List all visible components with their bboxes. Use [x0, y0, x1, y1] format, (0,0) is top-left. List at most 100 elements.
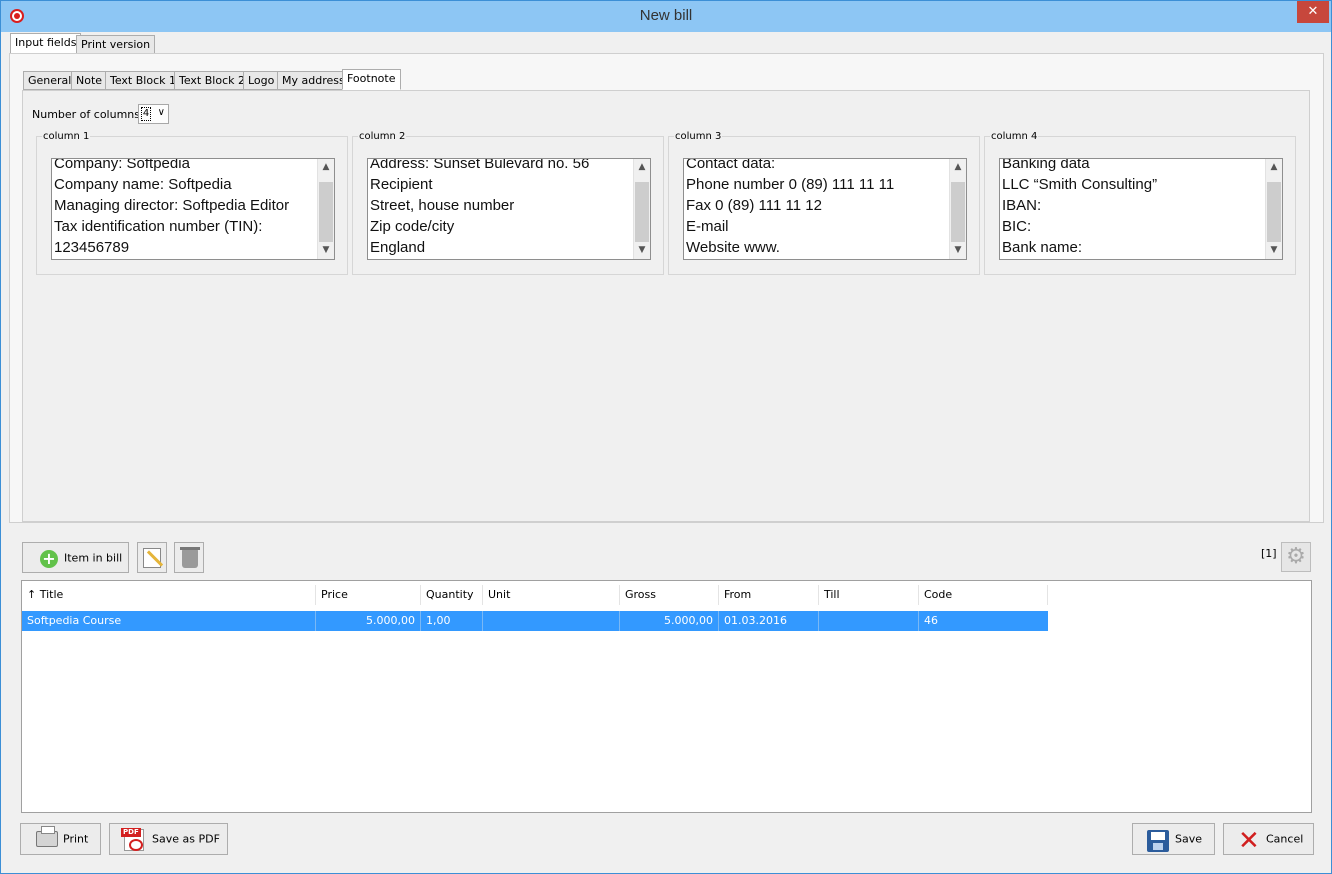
gear-icon[interactable]: ⚙ — [1281, 542, 1311, 572]
column-4-line: Bank name: — [1002, 239, 1083, 256]
cell-unit — [483, 611, 620, 631]
add-item-button[interactable]: + Item in bill — [22, 542, 129, 573]
column-1-line: Managing director: Softpedia Editor — [54, 197, 290, 214]
scroll-down-icon[interactable]: ▼ — [950, 242, 966, 259]
column-1-line: 123456789 — [54, 239, 130, 256]
number-of-columns-select[interactable]: 4 ∨ — [138, 104, 169, 124]
cell-price: 5.000,00 — [316, 611, 421, 631]
number-of-columns-value: 4 — [141, 107, 151, 121]
tab-my-address[interactable]: My address — [277, 71, 350, 90]
tab-logo[interactable]: Logo — [243, 71, 280, 90]
scroll-thumb[interactable] — [1267, 182, 1281, 242]
delete-item-button[interactable] — [174, 542, 204, 573]
scroll-down-icon[interactable]: ▼ — [634, 242, 650, 259]
column-header-gross[interactable]: Gross — [620, 585, 719, 605]
scroll-down-icon[interactable]: ▼ — [318, 242, 334, 259]
save-as-pdf-label: Save as PDF — [152, 832, 220, 846]
column-3-line: Website www. — [686, 239, 780, 256]
chevron-down-icon: ∨ — [157, 107, 165, 118]
column-4-line: IBAN: — [1002, 197, 1042, 214]
scroll-up-icon[interactable]: ▲ — [950, 159, 966, 176]
trash-icon — [180, 547, 200, 568]
cell-gross: 5.000,00 — [620, 611, 719, 631]
tab-text-block-1[interactable]: Text Block 1 — [105, 71, 181, 90]
scroll-up-icon[interactable]: ▲ — [634, 159, 650, 176]
scroll-down-icon[interactable]: ▼ — [1266, 242, 1282, 259]
tab-text-block-2[interactable]: Text Block 2 — [174, 71, 250, 90]
column-4-title: column 4 — [990, 131, 1039, 142]
column-4-line: Banking data — [1002, 158, 1090, 172]
column-1-group: column 1 Company: Softpedia Company name… — [36, 131, 348, 275]
pdf-icon — [121, 828, 144, 851]
table-row[interactable]: Softpedia Course 5.000,00 1,00 5.000,00 … — [22, 611, 1048, 631]
scroll-thumb[interactable] — [319, 182, 333, 242]
column-2-textarea[interactable]: Address: Sunset Bulevard no. 56 Recipien… — [367, 158, 651, 260]
save-label: Save — [1175, 832, 1203, 846]
column-2-line: Zip code/city — [370, 218, 455, 235]
column-3-scrollbar[interactable]: ▲ ▼ — [949, 159, 966, 259]
column-3-group: column 3 Contact data: Phone number 0 (8… — [668, 131, 980, 275]
save-button[interactable]: Save — [1132, 823, 1215, 855]
column-4-group: column 4 Banking data LLC “Smith Consult… — [984, 131, 1296, 275]
column-header-unit[interactable]: Unit — [483, 585, 620, 605]
item-counter: [1] — [1261, 547, 1277, 560]
new-bill-window: New bill ✕ Input fields Print version Ge… — [0, 0, 1332, 874]
column-4-scrollbar[interactable]: ▲ ▼ — [1265, 159, 1282, 259]
column-3-line: E-mail — [686, 218, 729, 235]
edit-icon — [143, 548, 161, 568]
column-2-scrollbar[interactable]: ▲ ▼ — [633, 159, 650, 259]
column-1-textarea[interactable]: Company: Softpedia Company name: Softped… — [51, 158, 335, 260]
tab-footnote[interactable]: Footnote — [342, 69, 401, 90]
column-header-from[interactable]: From — [719, 585, 819, 605]
column-3-line: Fax 0 (89) 111 11 12 — [686, 197, 822, 214]
cancel-button[interactable]: ✕ Cancel — [1223, 823, 1314, 855]
column-header-quantity[interactable]: Quantity — [421, 585, 483, 605]
window-title: New bill — [639, 7, 693, 24]
column-header-price[interactable]: Price — [316, 585, 421, 605]
cell-title: Softpedia Course — [22, 611, 316, 631]
scroll-up-icon[interactable]: ▲ — [1266, 159, 1282, 176]
column-2-title: column 2 — [358, 131, 407, 142]
column-2-group: column 2 Address: Sunset Bulevard no. 56… — [352, 131, 664, 275]
column-2-line: Recipient — [370, 176, 433, 193]
column-4-line: BIC: — [1002, 218, 1032, 235]
column-3-line: Phone number 0 (89) 111 11 11 — [686, 176, 895, 193]
cell-from: 01.03.2016 — [719, 611, 819, 631]
plus-icon: + — [40, 550, 58, 568]
printer-icon — [36, 826, 58, 847]
title-bar: New bill ✕ — [1, 1, 1331, 32]
scroll-thumb[interactable] — [635, 182, 649, 242]
column-1-line: Tax identification number (TIN): — [54, 218, 263, 235]
column-3-line: Contact data: — [686, 158, 776, 172]
column-1-line: Company: Softpedia — [54, 158, 190, 172]
column-1-line: Company name: Softpedia — [54, 176, 232, 193]
cancel-label: Cancel — [1266, 832, 1304, 846]
number-of-columns-label: Number of columns: — [32, 108, 144, 121]
column-header-code[interactable]: Code — [919, 585, 1048, 605]
column-4-textarea[interactable]: Banking data LLC “Smith Consulting” IBAN… — [999, 158, 1283, 260]
column-1-title: column 1 — [42, 131, 91, 142]
column-4-line: LLC “Smith Consulting” — [1002, 176, 1158, 193]
print-button[interactable]: Print — [20, 823, 101, 855]
column-1-scrollbar[interactable]: ▲ ▼ — [317, 159, 334, 259]
column-header-till[interactable]: Till — [819, 585, 919, 605]
add-item-label: Item in bill — [64, 551, 123, 564]
bill-items-table: ↑ Title Price Quantity Unit Gross From T… — [21, 580, 1312, 813]
tab-general[interactable]: General — [23, 71, 77, 90]
cancel-icon: ✕ — [1238, 826, 1260, 856]
tab-input-fields[interactable]: Input fields — [10, 33, 82, 54]
tab-note[interactable]: Note — [71, 71, 108, 90]
edit-item-button[interactable] — [137, 542, 167, 573]
print-label: Print — [63, 832, 89, 846]
column-2-line: Address: Sunset Bulevard no. 56 — [370, 158, 590, 172]
save-as-pdf-button[interactable]: Save as PDF — [109, 823, 228, 855]
close-window-button[interactable]: ✕ — [1297, 1, 1329, 23]
scroll-up-icon[interactable]: ▲ — [318, 159, 334, 176]
cell-quantity: 1,00 — [421, 611, 483, 631]
scroll-thumb[interactable] — [951, 182, 965, 242]
column-3-textarea[interactable]: Contact data: Phone number 0 (89) 111 11… — [683, 158, 967, 260]
tab-print-version[interactable]: Print version — [76, 35, 156, 54]
column-header-title[interactable]: ↑ Title — [22, 585, 316, 605]
cell-till — [819, 611, 919, 631]
column-2-line: Street, house number — [370, 197, 515, 214]
